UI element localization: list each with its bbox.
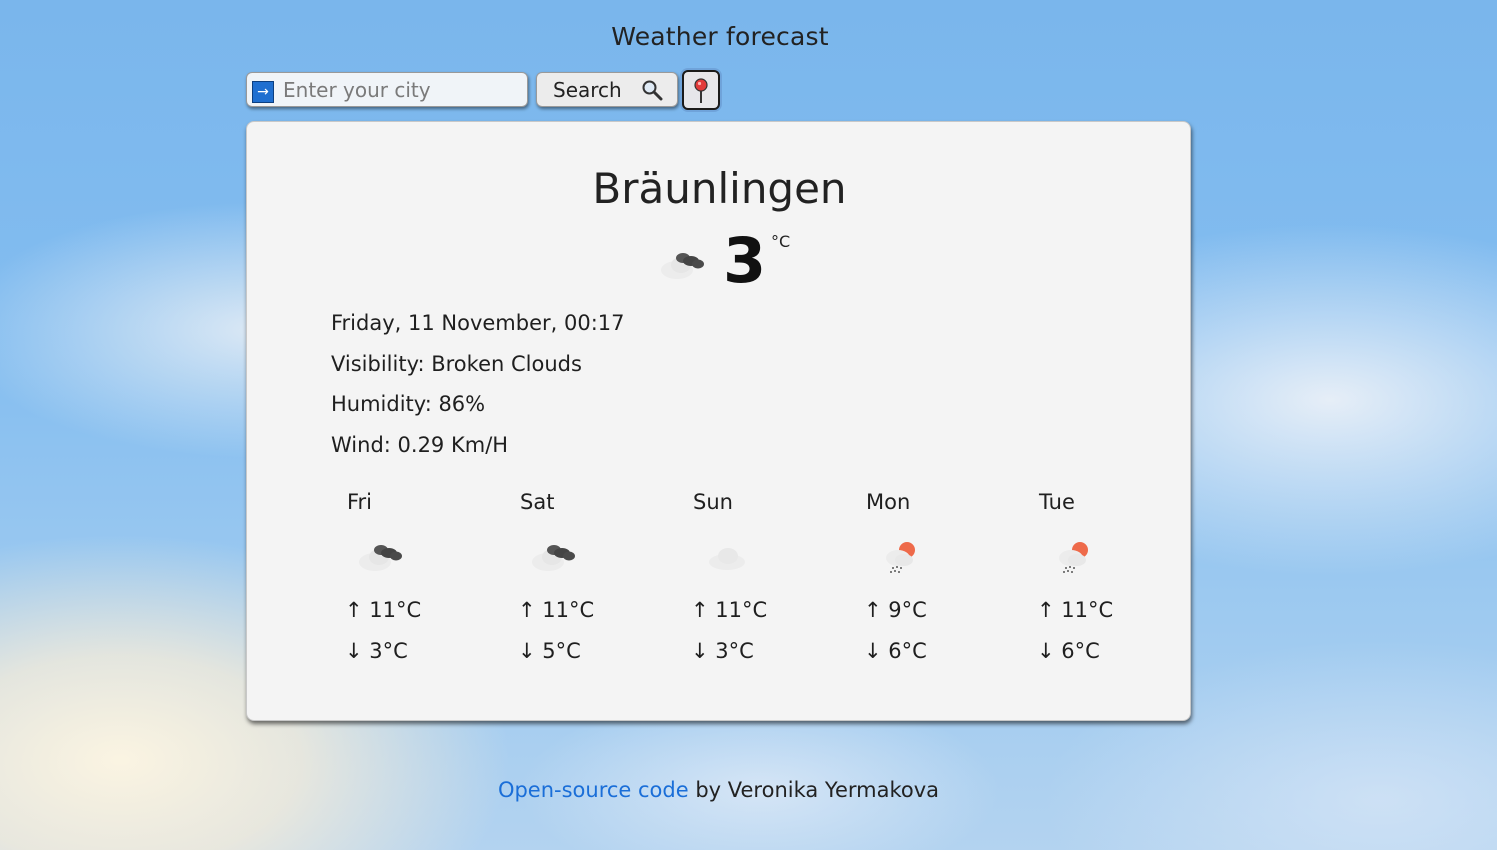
forecast-day: Sun ↑ 11°C ↓ 3°C: [677, 490, 797, 680]
forecast-high: ↑ 11°C: [1037, 598, 1114, 622]
forecast-day-name: Sun: [693, 490, 733, 514]
forecast-high: ↑ 11°C: [518, 598, 595, 622]
forecast-low: ↓ 3°C: [691, 639, 754, 663]
current-date: Friday, 11 November, 00:17: [331, 311, 625, 335]
forecast-low: ↓ 6°C: [864, 639, 927, 663]
arrow-right-icon: →: [252, 81, 274, 103]
forecast-day: Tue ↑ 11°C ↓ 6°C: [1023, 490, 1143, 680]
city-input-container[interactable]: →: [246, 72, 528, 107]
wind-text: Wind: 0.29 Km/H: [331, 432, 509, 457]
forecast-low: ↓ 5°C: [518, 639, 581, 663]
forecast-day: Sat ↑ 11°C ↓ 5°C: [504, 490, 624, 680]
forecast-day-name: Mon: [866, 490, 911, 514]
current-location-button[interactable]: [682, 70, 720, 110]
cloud-icon: [709, 548, 745, 570]
page-title: Weather forecast: [611, 22, 829, 51]
broken-clouds-icon: [661, 253, 704, 279]
forecast-low: ↓ 6°C: [1037, 639, 1100, 663]
sun-rain-icon: [1059, 542, 1088, 573]
forecast-high: ↑ 11°C: [345, 598, 422, 622]
temperature-unit[interactable]: °C: [771, 232, 790, 251]
forecast-low: ↓ 3°C: [345, 639, 408, 663]
weather-details: Friday, 11 November, 00:17 Visibility: B…: [331, 307, 625, 469]
location-pin-icon: [694, 78, 708, 103]
forecast-day-name: Sat: [520, 490, 555, 514]
city-search-input[interactable]: [283, 76, 519, 104]
magnifier-icon: [642, 80, 663, 101]
humidity-text: Humidity: 86%: [331, 392, 486, 416]
weather-card: Bräunlingen 3 °C Friday, 11 November, 00…: [246, 121, 1191, 721]
forecast-day: Mon ↑ 9°C ↓ 6°C: [850, 490, 970, 680]
forecast-row: Fri ↑ 11°C ↓ 3°C Sat ↑ 11°C ↓ 5°C Sun ↑ …: [331, 490, 1131, 680]
open-source-link[interactable]: Open-source code: [498, 778, 689, 802]
forecast-day: Fri ↑ 11°C ↓ 3°C: [331, 490, 451, 680]
broken-clouds-icon: [532, 545, 575, 571]
city-name: Bräunlingen: [592, 164, 847, 213]
footer: Open-source code by Veronika Yermakova: [0, 778, 1437, 802]
forecast-day-name: Fri: [347, 490, 373, 514]
sun-rain-icon: [886, 542, 915, 573]
broken-clouds-icon: [359, 545, 402, 571]
forecast-day-name: Tue: [1039, 490, 1075, 514]
search-button-label: Search: [553, 77, 622, 102]
current-weather: 3 °C: [657, 224, 837, 298]
visibility-text: Visibility: Broken Clouds: [331, 351, 582, 376]
search-button[interactable]: Search: [536, 72, 678, 107]
forecast-high: ↑ 11°C: [691, 598, 768, 622]
author-credit: by Veronika Yermakova: [688, 778, 940, 802]
current-temperature: 3: [723, 224, 767, 297]
forecast-high: ↑ 9°C: [864, 598, 927, 622]
